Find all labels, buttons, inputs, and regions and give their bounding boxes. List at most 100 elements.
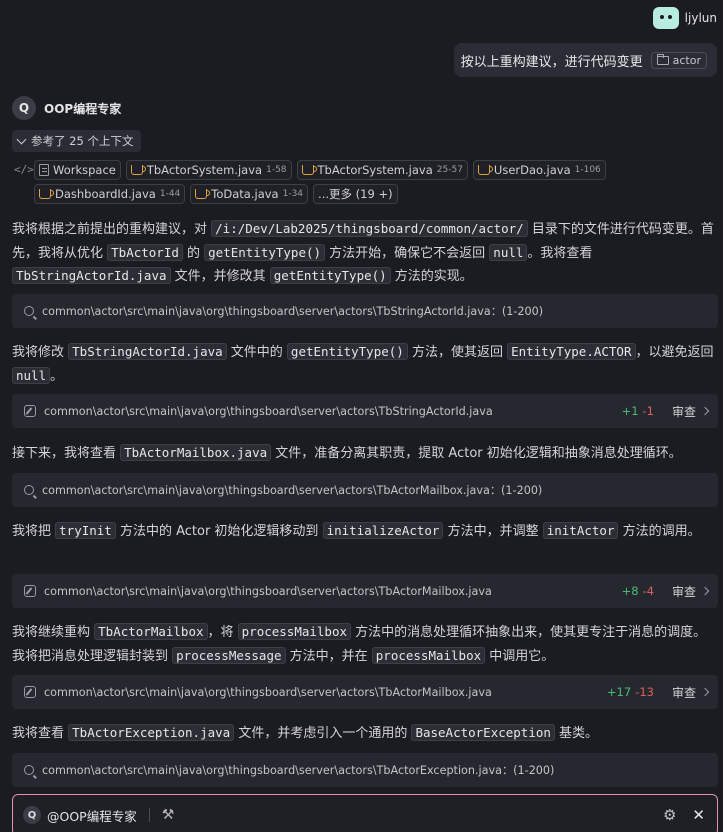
chevron-right-icon[interactable]: [700, 687, 710, 697]
file-edit-card[interactable]: common\actor\src\main\java\org\thingsboa…: [12, 394, 718, 428]
java-icon: [195, 189, 211, 199]
gear-icon[interactable]: ⚙: [663, 806, 676, 824]
inline-code: null: [12, 366, 51, 384]
divider: [148, 808, 150, 822]
file-name: TbActorSystem.java: [146, 163, 263, 177]
inline-code: initActor: [542, 522, 619, 539]
text: 的: [182, 245, 205, 261]
lines-added: +8: [621, 584, 639, 598]
review-button[interactable]: 审查: [672, 403, 696, 420]
context-chip-actor[interactable]: actor: [650, 51, 707, 69]
text: 。我将查看: [527, 245, 593, 261]
file-edit-card[interactable]: common\actor\src\main\java\org\thingsboa…: [12, 675, 718, 709]
assistant-paragraph: 我将修改 TbStringActorId.java 文件中的 getEntity…: [12, 341, 714, 388]
line-range: 1-44: [159, 189, 181, 199]
agent-mention[interactable]: @OOP编程专家: [47, 806, 137, 825]
assistant-paragraph: 接下来，我将查看 TbActorMailbox.java 文件，准备分离其职责，…: [12, 442, 714, 466]
file-path: common\actor\src\main\java\org\thingsboa…: [42, 305, 544, 318]
file-name: UserDao.java: [493, 163, 571, 177]
java-icon: [39, 189, 54, 199]
folder-icon: [656, 53, 669, 65]
inline-code: null: [489, 243, 528, 261]
text: ，以避免返回: [635, 345, 714, 360]
inline-code: processMailbox: [237, 623, 351, 640]
file-read-card[interactable]: common\actor\src\main\java\org\thingsboa…: [12, 753, 718, 787]
context-files-row: Workspace TbActorSystem.java 1-58 TbActorSy…: [34, 160, 614, 180]
lines-removed: -13: [635, 685, 654, 699]
search-icon: [24, 306, 34, 316]
text: 我将修改: [12, 345, 69, 360]
file-path: common\actor\src\main\java\org\thingsboa…: [42, 484, 543, 497]
text: 接下来，我将查看: [12, 446, 121, 461]
text: 。: [50, 368, 64, 384]
file-name: TbActorSystem.java: [317, 163, 433, 177]
line-range: 1-34: [282, 189, 304, 199]
user-header: ljylun: [652, 7, 717, 29]
file-path: common\actor\src\main\java\org\thingsboa…: [42, 764, 555, 777]
text: 方法中，并调整: [443, 524, 543, 539]
context-file-chip[interactable]: TbActorSystem.java 25-57: [296, 160, 468, 180]
inline-code: getEntityType(): [269, 267, 391, 284]
inline-code: TbActorException.java: [68, 724, 235, 741]
text: ，将: [207, 625, 238, 640]
assistant-paragraph: 我将根据之前提出的重构建议，对 /i:/Dev/Lab2025/thingsbo…: [12, 218, 714, 289]
context-file-chip[interactable]: UserDao.java 1-106: [472, 160, 606, 180]
inline-code: getEntityType(): [204, 243, 326, 261]
context-file-chip[interactable]: TbActorSystem.java 1-58: [125, 160, 292, 180]
text: 文件，并修改其: [170, 269, 270, 284]
text: 我将继续重构: [12, 625, 95, 640]
search-icon: [24, 485, 34, 495]
text: 我将把: [12, 524, 56, 539]
file-name: DashboardId.java: [55, 187, 156, 201]
context-chip-label: actor: [672, 53, 701, 67]
edit-icon: [24, 585, 36, 597]
java-icon: [301, 165, 317, 175]
context-file-chip[interactable]: ToData.java 1-34: [190, 184, 309, 204]
close-icon[interactable]: ✕: [692, 806, 705, 824]
chat-input[interactable]: Q @OOP编程专家 ⚒ ⚙ ✕: [12, 794, 718, 832]
agent-avatar: Q: [12, 96, 36, 120]
chevron-right-icon[interactable]: [700, 586, 710, 596]
assistant-paragraph: 我将把 tryInit 方法中的 Actor 初始化逻辑移动到 initiali…: [12, 520, 714, 544]
file-path: common\actor\src\main\java\org\thingsboa…: [44, 584, 492, 598]
inline-code: TbStringActorId.java: [68, 343, 227, 360]
file-path: common\actor\src\main\java\org\thingsboa…: [44, 404, 493, 418]
magic-wand-icon[interactable]: ⚒: [162, 807, 175, 823]
inline-code: processMessage: [172, 646, 286, 664]
text: 中调用它。: [485, 648, 555, 664]
file-read-card[interactable]: common\actor\src\main\java\org\thingsboa…: [12, 473, 718, 507]
file-edit-card[interactable]: common\actor\src\main\java\org\thingsboa…: [12, 574, 718, 608]
file-read-card[interactable]: common\actor\src\main\java\org\thingsboa…: [12, 294, 718, 328]
review-button[interactable]: 审查: [672, 583, 696, 600]
text: 方法中的 Actor 初始化逻辑移动到: [115, 524, 323, 539]
context-file-chip[interactable]: DashboardId.java 1-44: [34, 184, 186, 204]
inline-code: tryInit: [55, 522, 116, 539]
text: 我将查看: [12, 726, 69, 741]
code-icon: </>: [14, 163, 34, 176]
inline-code: processMailbox: [371, 646, 486, 664]
file-path: common\actor\src\main\java\org\thingsboa…: [44, 685, 492, 699]
file-name: Workspace: [53, 163, 116, 177]
agent-header: Q OOP编程专家: [12, 96, 121, 120]
context-files-row: DashboardId.java 1-44 ToData.java 1-34 ...更多…: [34, 184, 614, 204]
lines-added: +17: [606, 685, 632, 699]
file-name: ToData.java: [211, 187, 279, 201]
line-range: 25-57: [436, 165, 463, 175]
agent-name: OOP编程专家: [44, 101, 122, 116]
inline-code: TbActorMailbox.java: [120, 444, 272, 461]
lines-removed: -4: [642, 584, 654, 598]
context-toggle-button[interactable]: 参考了 25 个上下文: [12, 130, 142, 152]
user-avatar[interactable]: [652, 7, 679, 29]
line-range: 1-106: [574, 165, 601, 175]
text: 文件，并考虑引入一个通用的: [234, 726, 412, 741]
edit-icon: [24, 686, 36, 698]
text: 我将根据之前提出的重构建议，对: [12, 222, 212, 237]
text: 文件中的: [226, 345, 287, 360]
chevron-right-icon[interactable]: [700, 406, 710, 416]
inline-code: getEntityType(): [286, 343, 408, 360]
review-button[interactable]: 审查: [672, 684, 696, 701]
text: 方法的实现。: [390, 269, 473, 284]
more-files-button[interactable]: ...更多 (19 +): [313, 184, 398, 204]
context-file-chip[interactable]: Workspace: [34, 160, 121, 180]
chevron-down-icon: [16, 134, 27, 144]
